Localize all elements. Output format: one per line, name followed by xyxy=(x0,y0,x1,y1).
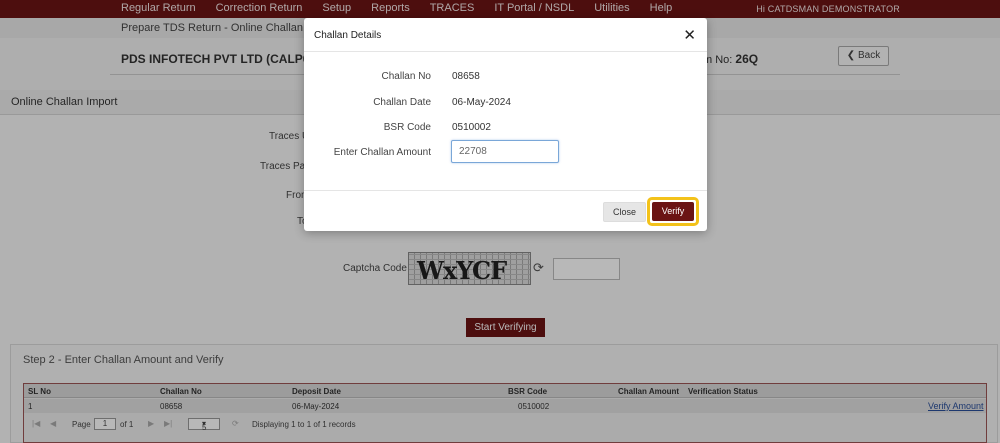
close-icon[interactable]: ✕ xyxy=(683,26,696,44)
dialog-footer-divider xyxy=(304,190,707,191)
close-button[interactable]: Close xyxy=(603,202,646,222)
verify-button[interactable]: Verify xyxy=(652,202,694,221)
verify-highlight: Verify xyxy=(647,197,699,226)
bsr-code-label: BSR Code xyxy=(383,122,431,133)
challan-amount-label: Enter Challan Amount xyxy=(333,147,431,158)
dialog-title: Challan Details xyxy=(314,30,382,41)
challan-date-value: 06-May-2024 xyxy=(452,97,511,108)
challan-details-dialog: Challan Details ✕ Challan No 08658 Chall… xyxy=(304,18,707,231)
challan-date-label: Challan Date xyxy=(373,97,431,108)
bsr-code-value: 0510002 xyxy=(452,122,491,133)
challan-no-value: 08658 xyxy=(452,71,480,82)
dialog-header: Challan Details ✕ xyxy=(304,18,707,52)
challan-amount-input[interactable] xyxy=(451,140,559,163)
challan-no-label: Challan No xyxy=(381,71,431,82)
